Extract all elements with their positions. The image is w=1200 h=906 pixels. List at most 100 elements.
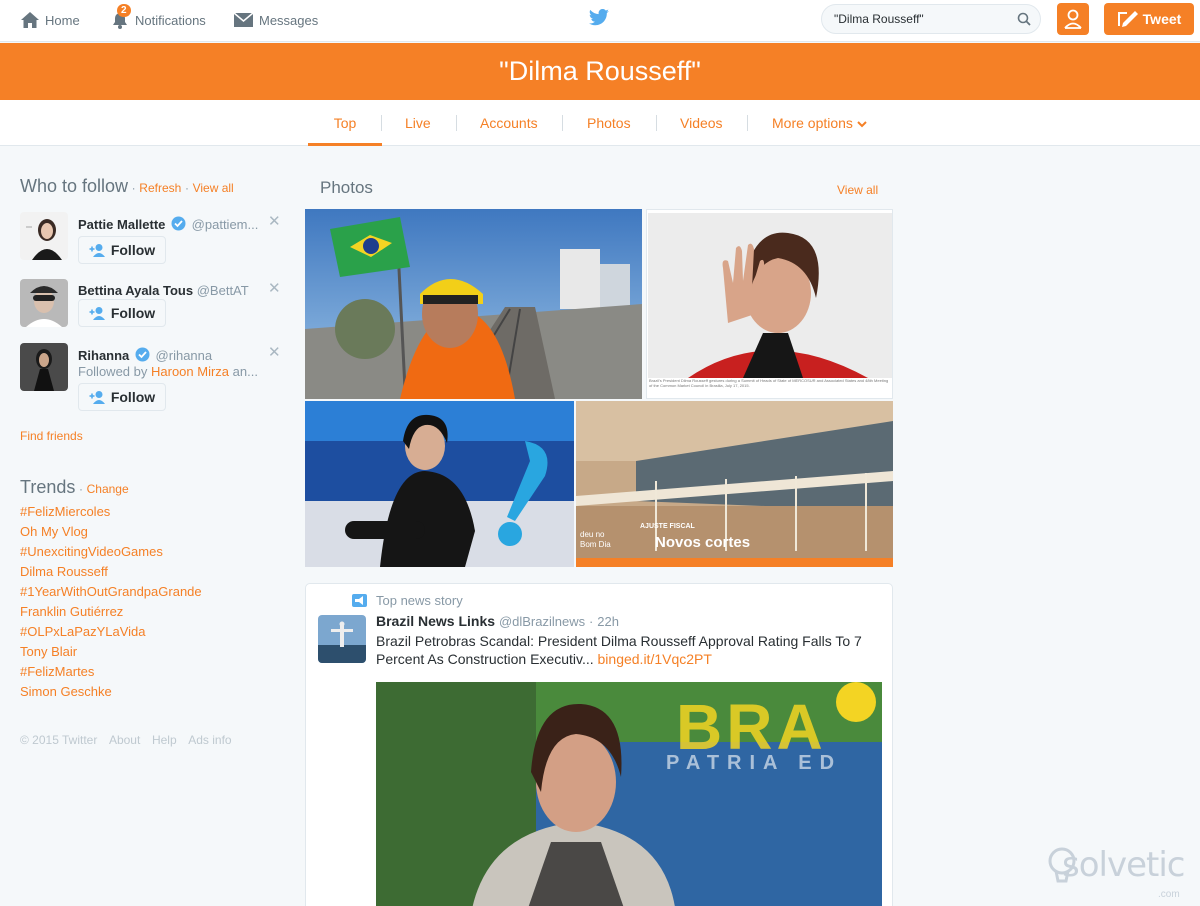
- footer-links: © 2015 Twitter About Help Ads info: [20, 732, 240, 747]
- search-input[interactable]: "Dilma Rousseff": [821, 4, 1041, 34]
- followed-by-name[interactable]: Haroon Mirza: [151, 364, 229, 379]
- ads-info-link[interactable]: Ads info: [188, 733, 231, 747]
- trend-item[interactable]: Tony Blair: [20, 644, 77, 659]
- story-timestamp[interactable]: 22h: [597, 614, 619, 629]
- story-image[interactable]: BRA PATRIA ED: [376, 682, 882, 906]
- photo-caption: Brazil's President Dilma Rousseff gestur…: [649, 378, 889, 388]
- photo-tile-palace[interactable]: deu no Bom Dia AJUSTE FISCAL Novos corte…: [576, 401, 893, 567]
- search-title-banner: "Dilma Rousseff": [0, 43, 1200, 100]
- trend-item[interactable]: Simon Geschke: [20, 684, 112, 699]
- tab-top[interactable]: Top: [308, 100, 382, 146]
- search-icon[interactable]: [1017, 12, 1031, 26]
- followed-by-suffix: an...: [232, 364, 258, 379]
- photo-presenter-image: [305, 401, 574, 567]
- tab-more-options[interactable]: More options: [772, 100, 867, 146]
- user-icon: [1064, 9, 1082, 29]
- view-all-link[interactable]: View all: [193, 181, 234, 195]
- story-link[interactable]: binged.it/1Vqc2PT: [598, 651, 712, 667]
- follow-button[interactable]: Follow: [78, 236, 166, 264]
- trend-item[interactable]: Oh My Vlog: [20, 524, 88, 539]
- trend-item[interactable]: Dilma Rousseff: [20, 564, 108, 579]
- verified-badge-icon: [135, 347, 150, 362]
- user-name-line[interactable]: Bettina Ayala Tous @BettAT: [78, 283, 249, 298]
- watermark-text: solvetic: [1062, 845, 1185, 885]
- home-icon: [21, 12, 39, 28]
- story-author-line[interactable]: Brazil News Links @dlBrazilnews · 22h: [376, 613, 619, 629]
- trend-item[interactable]: #UnexcitingVideoGames: [20, 544, 163, 559]
- photo-worker-image: [305, 209, 642, 399]
- tab-divider: [456, 115, 457, 131]
- tab-divider: [747, 115, 748, 131]
- help-link[interactable]: Help: [152, 733, 177, 747]
- story-author-name: Brazil News Links: [376, 613, 496, 629]
- trend-item[interactable]: #FelizMiercoles: [20, 504, 110, 519]
- tab-divider: [656, 115, 657, 131]
- about-link[interactable]: About: [109, 733, 140, 747]
- messages-icon: [233, 12, 254, 27]
- photo-tile-presenter[interactable]: [305, 401, 574, 567]
- tweet-button[interactable]: Tweet: [1104, 3, 1194, 35]
- avatar[interactable]: [20, 212, 68, 260]
- dismiss-icon[interactable]: ✕: [268, 279, 281, 297]
- who-to-follow-title: Who to follow: [20, 176, 129, 196]
- photos-view-all-link[interactable]: View all: [837, 183, 878, 197]
- trend-item[interactable]: #FelizMartes: [20, 664, 94, 679]
- twitter-bird-icon[interactable]: [588, 9, 610, 27]
- trend-item[interactable]: #OLPxLaPazYLaVida: [20, 624, 146, 639]
- avatar[interactable]: [20, 279, 68, 327]
- user-name-line[interactable]: Rihanna @rihanna: [78, 347, 212, 363]
- add-user-icon: [89, 307, 105, 320]
- tab-live[interactable]: Live: [405, 100, 431, 146]
- trend-item[interactable]: #1YearWithOutGrandpaGrande: [20, 584, 202, 599]
- search-tabs: Top Live Accounts Photos Videos More opt…: [0, 100, 1200, 146]
- tab-videos[interactable]: Videos: [680, 100, 723, 146]
- top-news-story-card[interactable]: Top news story Brazil News Links @dlBraz…: [305, 583, 893, 906]
- photo-overlay-tag: AJUSTE FISCAL: [640, 523, 695, 530]
- nav-home[interactable]: Home: [20, 0, 80, 40]
- copyright-text: © 2015 Twitter: [20, 733, 98, 747]
- watermark-suffix: .com: [1158, 889, 1180, 900]
- add-user-icon: [89, 244, 105, 257]
- followed-by-prefix: Followed by: [78, 364, 148, 379]
- trends-title: Trends: [20, 477, 76, 497]
- avatar[interactable]: [318, 615, 366, 663]
- tab-accounts[interactable]: Accounts: [480, 100, 538, 146]
- avatar[interactable]: [20, 343, 68, 391]
- refresh-link[interactable]: Refresh: [139, 181, 181, 195]
- top-navigation-bar: Home 2 Notifications Messages "Dilma Rou…: [0, 0, 1200, 42]
- add-user-icon: [89, 391, 105, 404]
- dismiss-icon[interactable]: ✕: [268, 343, 281, 361]
- follow-button[interactable]: Follow: [78, 383, 166, 411]
- story-text: Brazil Petrobras Scandal: President Dilm…: [376, 632, 881, 668]
- follow-button-label: Follow: [110, 305, 156, 321]
- nav-notifications[interactable]: 2 Notifications: [110, 0, 206, 40]
- verified-badge-icon: [171, 216, 186, 231]
- trend-item[interactable]: Franklin Gutiérrez: [20, 604, 123, 619]
- follow-button-label: Follow: [110, 242, 156, 258]
- user-name-line[interactable]: Pattie Mallette @pattiem...: [78, 216, 258, 232]
- tab-divider: [381, 115, 382, 131]
- tab-photos[interactable]: Photos: [587, 100, 631, 146]
- find-friends-link[interactable]: Find friends: [20, 429, 83, 443]
- compose-icon: [1117, 11, 1138, 27]
- user-handle: @pattiem...: [191, 217, 259, 232]
- user-handle: @BettAT: [196, 283, 249, 298]
- trends-header: Trends · Change: [20, 477, 129, 497]
- followed-by-line: Followed by Haroon Mirza an...: [78, 364, 258, 379]
- top-news-story-label: Top news story: [376, 593, 463, 608]
- user-name: Bettina Ayala Tous: [78, 283, 194, 298]
- user-name: Pattie Mallette: [78, 217, 166, 232]
- search-input-value: "Dilma Rousseff": [834, 12, 924, 26]
- photo-tile-worker[interactable]: [305, 209, 642, 399]
- change-trends-link[interactable]: Change: [87, 482, 129, 496]
- story-author-handle: @dlBrazilnews: [498, 614, 586, 629]
- nav-messages[interactable]: Messages: [233, 0, 318, 40]
- photo-tile-rousseff-waving[interactable]: Brazil's President Dilma Rousseff gestur…: [646, 209, 893, 399]
- profile-menu-button[interactable]: [1057, 3, 1089, 35]
- notifications-count-badge: 2: [117, 4, 131, 17]
- tab-divider: [562, 115, 563, 131]
- follow-button[interactable]: Follow: [78, 299, 166, 327]
- tab-more-options-label: More options: [772, 115, 853, 131]
- dismiss-icon[interactable]: ✕: [268, 212, 281, 230]
- who-to-follow-header: Who to follow · Refresh · View all: [20, 176, 234, 196]
